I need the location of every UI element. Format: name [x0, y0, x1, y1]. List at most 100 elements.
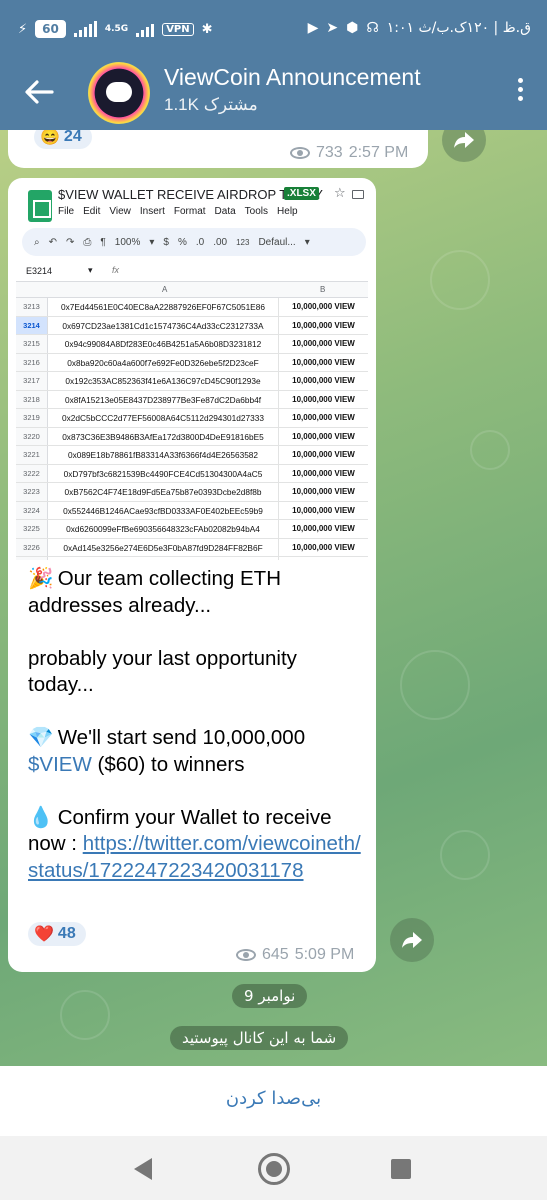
message-meta: 733 2:57 PM — [290, 144, 408, 162]
party-popper-icon: 🎉 — [28, 567, 54, 590]
vpn-badge: VPN — [162, 22, 194, 36]
wallet-address-cell: 0x2dC5bCCC2d77EF56008A64C5112d294301d273… — [62, 413, 264, 423]
table-row: 3218 0x8fA15213e05E8437D238977Be3Fe87dC2D… — [16, 390, 368, 409]
youtube-icon: ▶ — [307, 20, 319, 36]
heart-emoji: ❤️ — [34, 926, 54, 943]
row-number: 3217 — [16, 372, 48, 390]
more-menu-icon[interactable] — [515, 78, 525, 108]
increase-decimal: .00 — [213, 236, 228, 248]
service-message: شما به این کانال پیوستید — [170, 1026, 349, 1050]
bg-doodle — [470, 430, 510, 470]
status-right: ▶ ➤ ⬢ ☊ ۱:۰۱ ق.ظ | ۱۲۰ک.ب/ث — [308, 20, 531, 36]
row-number: 3226 — [16, 538, 48, 556]
table-row: 3225 0xd6260099eFfBe690356648323cFAb02082… — [16, 520, 368, 539]
signal-icon-2 — [136, 21, 155, 37]
table-row: 32270x2c0f2048ACce220021c0B1A615748F0D10… — [16, 557, 368, 560]
channel-title[interactable]: ViewCoin Announcement — [164, 64, 421, 91]
decrease-decimal: .0 — [195, 236, 205, 248]
cell-reference: E3214 — [26, 266, 53, 276]
table-row: 3213 0x7Ed44561E0C40EC8aA22887926EF0F67C5… — [16, 298, 368, 317]
reaction-chip[interactable]: ❤️ 48 — [28, 922, 86, 946]
reaction-count: 24 — [63, 130, 82, 145]
wallet-address-cell: 0x697CD23ae1381Cd1c1574736C4Ad33cC231273… — [62, 320, 264, 331]
nav-home-icon[interactable] — [258, 1153, 290, 1185]
table-row: 3226 0xAd145e3256e274E6D5e3F0bA87fd9D284F… — [16, 538, 368, 557]
row-number: 3219 — [16, 409, 48, 427]
menu-edit: Edit — [83, 206, 101, 217]
diamond-icon: 💎 — [28, 726, 54, 749]
channel-avatar[interactable] — [88, 62, 150, 124]
cashtag-link[interactable]: $VIEW — [28, 753, 92, 776]
folder-icon — [352, 190, 364, 199]
amount-cell: 10,000,000 VIEW — [278, 464, 368, 482]
bg-doodle — [400, 650, 470, 720]
redo-icon: ↷ — [66, 236, 75, 248]
row-number: 3221 — [16, 446, 48, 464]
amount-cell: 10,000,000 VIEW — [278, 316, 368, 334]
previous-message[interactable]: 😄 24 733 2:57 PM — [8, 130, 428, 168]
amount-cell: 10,000,000 VIEW — [278, 353, 368, 371]
telegram-icon: ➤ — [326, 20, 339, 36]
menu-tools: Tools — [244, 206, 269, 217]
table-row: 3219 0x2dC5bCCC2d77EF56008A64C5112d294301… — [16, 409, 368, 428]
bg-doodle — [60, 990, 110, 1040]
forward-button[interactable] — [442, 130, 486, 162]
wallet-address-cell: 0x192c353AC852363f41e6A136C97cD45C90f129… — [65, 376, 261, 386]
bluetooth-icon: ✱ — [201, 21, 213, 37]
table-row: 3216 0x8ba920c60a4a600f7e692Fe0D326ebe5f2… — [16, 353, 368, 372]
mute-button[interactable]: بی‌صدا کردن — [0, 1088, 547, 1109]
chevron-down-icon: ▾ — [88, 265, 93, 275]
xlsx-badge: .XLSX — [284, 187, 319, 200]
wallet-address-cell: 0xB7562C4F74E18d9Fd5Ea75b87e0393Dcbe2d8f… — [64, 487, 262, 497]
reaction-emoji: 😄 — [40, 130, 60, 146]
message-line-1: Our team collecting ETH addresses alread… — [28, 567, 282, 617]
chat-area[interactable]: 😄 24 733 2:57 PM $VIEW WALLET RECEIVE AI… — [0, 130, 547, 1066]
amount-cell: 10,000,000 VIEW — [278, 335, 368, 353]
back-arrow-icon[interactable] — [22, 74, 56, 110]
menu-format: Format — [173, 206, 206, 217]
name-box-bar: E3214 ▾ fx — [16, 262, 368, 282]
wallet-address-cell: 0x873C36E3B9486B3AfEa172d3800D4DeE91816b… — [62, 431, 264, 442]
row-number: 3225 — [16, 520, 48, 538]
status-left: ⚡ 60 4.5G VPN ✱ — [18, 20, 213, 38]
wallet-address-cell: 0x8ba920c60a4a600f7e692Fe0D326ebe5f2D23c… — [67, 357, 259, 368]
sheet-menu: File Edit View Insert Format Data Tools … — [58, 206, 298, 217]
row-number: 3227 — [16, 557, 48, 560]
bg-doodle — [440, 830, 490, 880]
number-format: 123 — [236, 237, 250, 247]
view-count: 645 — [262, 946, 289, 963]
message-time: 2:57 PM — [348, 144, 409, 161]
sheet-toolbar: ⌕ ↶ ↷ ⎙ ¶ 100% ▾ $ % .0 .00 123 Defaul..… — [22, 228, 366, 256]
amount-cell: 10,000,000 VIEW — [278, 520, 368, 538]
spreadsheet-image[interactable]: $VIEW WALLET RECEIVE AIRDROP TODAY .XLSX… — [16, 184, 368, 560]
row-number: 3214 — [16, 316, 48, 334]
menu-view: View — [109, 206, 131, 217]
reaction-chip[interactable]: 😄 24 — [34, 130, 92, 149]
row-number: 3213 — [16, 298, 48, 316]
wallet-address-cell: 0x8fA15213e05E8437D238977Be3Fe87dC2Da6bb… — [64, 394, 262, 405]
nav-recents-icon[interactable] — [391, 1159, 411, 1179]
amount-cell: 10,000,000 VIEW — [278, 501, 368, 519]
table-row: 3223 0xB7562C4F74E18d9Fd5Ea75b87e0393Dcbe… — [16, 483, 368, 502]
amount-cell: 10,000,000 VIEW — [278, 298, 368, 316]
message-line-3-end: ($60) to winners — [91, 752, 245, 776]
views-icon — [290, 147, 310, 159]
wallet-address-cell: 0xAd145e3256e274E6D5e3F0bA87fd9D284FF82B… — [63, 542, 263, 553]
network-type: 4.5G — [104, 24, 129, 34]
wallet-address-cell: 0x2c0f2048ACce220021c0B1A615748F0D104450… — [50, 557, 276, 560]
wallet-address-cell: 0x94c99084A8Df283E0c46B4251a5A6b08D32318… — [64, 339, 262, 349]
views-icon — [236, 949, 256, 961]
menu-help: Help — [277, 206, 298, 217]
message-bubble[interactable]: $VIEW WALLET RECEIVE AIRDROP TODAY .XLSX… — [8, 178, 376, 972]
forward-button[interactable] — [390, 918, 434, 962]
star-icon: ☆ — [334, 186, 346, 201]
sheet-rows: 3213 0x7Ed44561E0C40EC8aA22887926EF0F67C5… — [16, 298, 368, 560]
wallet-address-cell: 0xD797bf3c6821539Bc4490FCE4Cd51304300A4a… — [63, 468, 263, 479]
message-line-2: probably your last opportunity today... — [28, 646, 297, 697]
nav-back-icon[interactable] — [134, 1158, 152, 1180]
paint-format-icon: ¶ — [100, 236, 106, 248]
table-row: 3214 0x697CD23ae1381Cd1c1574736C4Ad33cC23… — [16, 316, 368, 335]
table-row: 3220 0x873C36E3B9486B3AfEa172d3800D4DeE91… — [16, 427, 368, 446]
view-count: 733 — [316, 144, 343, 161]
message-time: 5:09 PM — [294, 946, 355, 963]
